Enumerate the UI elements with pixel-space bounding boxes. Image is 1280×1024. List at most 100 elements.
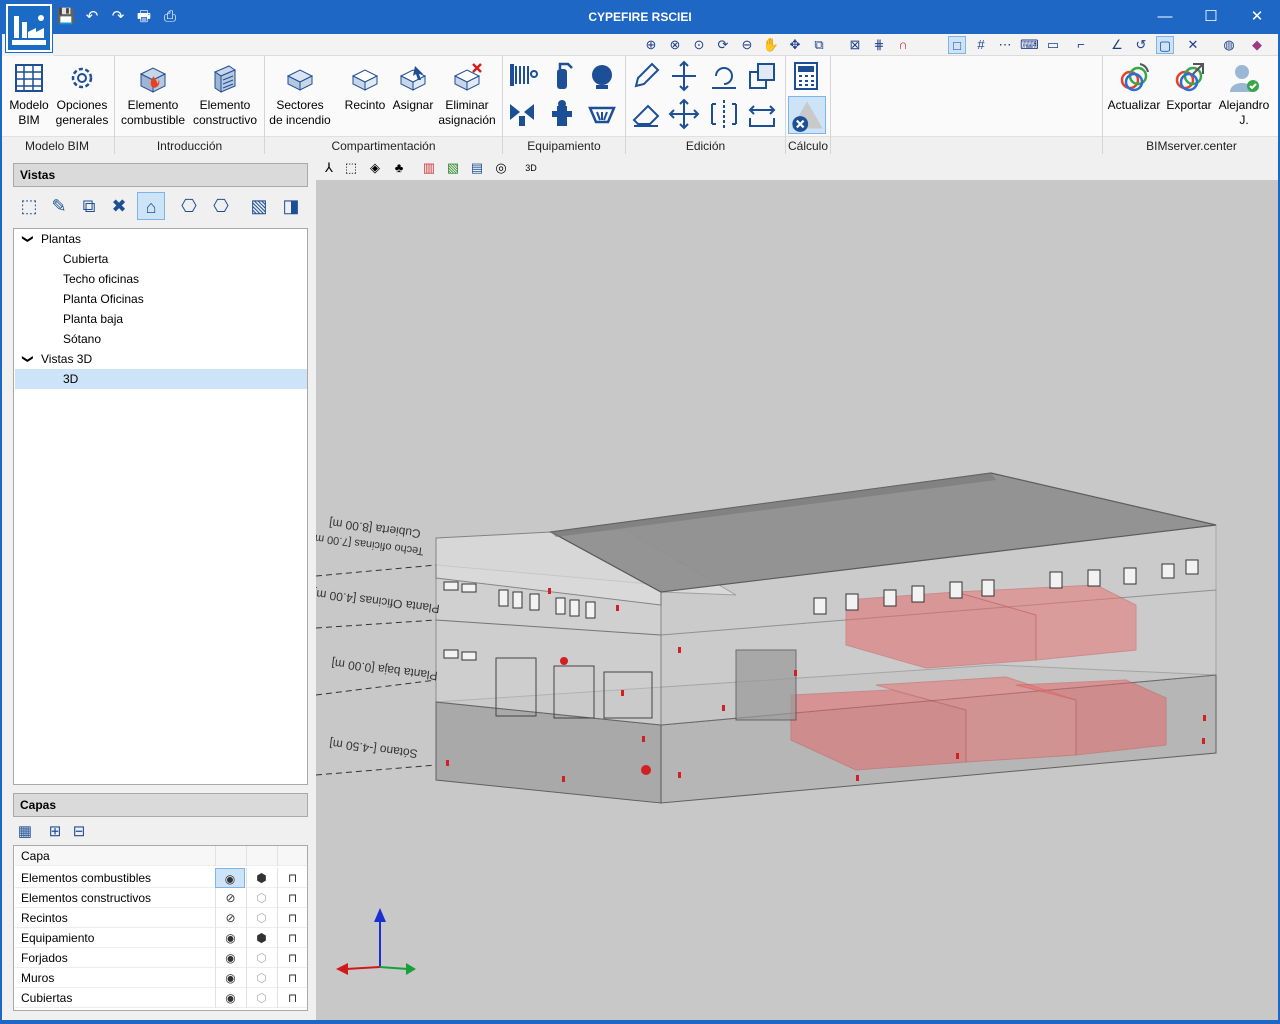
elemento-combustible-button[interactable]: Elemento combustible	[118, 56, 188, 128]
pencil-icon[interactable]	[630, 60, 662, 92]
tree-item-sotano[interactable]: Sótano	[15, 329, 307, 349]
panel-splitter[interactable]	[309, 156, 315, 1020]
print-icon[interactable]: 🖶	[134, 7, 154, 27]
layer-row[interactable]: Cubiertas ◉ ⬡ ⊓	[15, 988, 307, 1008]
hydrant-pair-icon[interactable]	[506, 98, 538, 130]
lock-open-icon[interactable]: ⊓	[277, 908, 307, 928]
calculator-icon[interactable]	[790, 60, 822, 92]
lock-open-icon[interactable]: ⊓	[277, 928, 307, 948]
sectores-incendio-button[interactable]: Sectores de incendio	[268, 56, 332, 128]
tools-icon[interactable]: ✕	[1184, 36, 1202, 54]
copy-icon[interactable]	[746, 60, 778, 92]
axes-icon[interactable]: ⅄	[320, 159, 338, 177]
delete-view-icon[interactable]: ✖	[105, 192, 133, 220]
measure-icon[interactable]: ▭	[1044, 36, 1062, 54]
user-account-button[interactable]: Alejandro J.	[1216, 56, 1272, 128]
grid-icon[interactable]: #	[972, 36, 990, 54]
redo-icon[interactable]: ↷	[108, 7, 128, 27]
ortho-icon[interactable]: □	[948, 36, 966, 54]
alarm-bell-icon[interactable]	[586, 60, 618, 92]
walk-icon[interactable]: ♣	[390, 159, 408, 177]
history-icon[interactable]: ↺	[1132, 36, 1150, 54]
cube-icon[interactable]: ⬡	[246, 988, 276, 1008]
close-button[interactable]: ✕	[1234, 0, 1280, 34]
eye-hidden-icon[interactable]: ⊘	[215, 888, 245, 908]
actualizar-button[interactable]: Actualizar	[1106, 56, 1162, 113]
eye-icon[interactable]: ◉	[215, 948, 245, 968]
tree-item-cubierta[interactable]: Cubierta	[15, 249, 307, 269]
cube-icon[interactable]: ⬢	[246, 928, 276, 948]
tree-item-planta-baja[interactable]: Planta baja	[15, 309, 307, 329]
minimize-button[interactable]: —	[1142, 0, 1188, 34]
cube-icon[interactable]: ⬡	[246, 948, 276, 968]
magnet-icon[interactable]: ∩	[894, 36, 912, 54]
move-arrows-icon[interactable]	[668, 98, 700, 130]
grid-snap-icon[interactable]: ⋕	[870, 36, 888, 54]
layer-display-icon[interactable]: ▤	[468, 159, 486, 177]
maximize-button[interactable]: ☐	[1188, 0, 1234, 34]
cube-icon[interactable]: ⬢	[246, 868, 276, 888]
move-vertical-icon[interactable]	[668, 60, 700, 92]
lock-open-icon[interactable]: ⊓	[277, 948, 307, 968]
modelo-bim-button[interactable]: Modelo BIM	[6, 56, 52, 128]
3d-viewport[interactable]: Cubierta [8.00 m] Techo oficinas [7.00 m…	[311, 180, 1280, 1020]
cube-icon[interactable]: ⬡	[246, 908, 276, 928]
cube-view-icon[interactable]: ⬚	[342, 159, 360, 177]
add-layer-icon[interactable]: ▦	[15, 822, 35, 842]
camera-edit-icon[interactable]: ⎔	[207, 192, 235, 220]
recinto-button[interactable]: Recinto	[340, 56, 390, 113]
layer-row[interactable]: Elementos combustibles ◉ ⬢ ⊓	[15, 868, 307, 888]
eraser-icon[interactable]	[630, 98, 662, 130]
zoom-out-icon[interactable]: ⊖	[738, 36, 756, 54]
layer-row[interactable]: Muros ◉ ⬡ ⊓	[15, 968, 307, 988]
lock-open-icon[interactable]: ⊓	[277, 868, 307, 888]
chevron-down-icon[interactable]: ❯	[18, 354, 38, 363]
tree-item-planta-oficinas[interactable]: Planta Oficinas	[15, 289, 307, 309]
extinguisher-icon[interactable]	[546, 60, 578, 92]
layer-row[interactable]: Elementos constructivos ⊘ ⬡ ⊓	[15, 888, 307, 908]
tree-group-plantas[interactable]: ❯ Plantas	[15, 229, 307, 249]
view-3d-badge[interactable]: 3D	[522, 159, 540, 177]
lock-open-icon[interactable]: ⊓	[277, 968, 307, 988]
zoom-refresh-icon[interactable]: ⟳	[714, 36, 732, 54]
lock-open-icon[interactable]: ⊓	[277, 988, 307, 1008]
expand-layers-icon[interactable]: ⊞	[45, 822, 65, 842]
zoom-window-icon[interactable]: ⊕	[642, 36, 660, 54]
lock-open-icon[interactable]: ⊓	[277, 888, 307, 908]
zoom-all-icon[interactable]: ⊗	[666, 36, 684, 54]
rotate-icon[interactable]	[708, 60, 740, 92]
hose-reel-icon[interactable]	[506, 60, 538, 92]
layer-visible-icon[interactable]: ▧	[444, 159, 462, 177]
exportar-button[interactable]: Exportar	[1162, 56, 1216, 113]
smoke-detector-icon[interactable]	[586, 98, 618, 130]
zoom-in-icon[interactable]: ⊙	[690, 36, 708, 54]
angle-icon[interactable]: ∠	[1108, 36, 1126, 54]
section-box-icon[interactable]: ▧	[245, 192, 273, 220]
elemento-constructivo-button[interactable]: Elemento constructivo	[190, 56, 260, 128]
asignar-button[interactable]: Asignar	[390, 56, 436, 113]
chevron-down-icon[interactable]: ❯	[18, 234, 38, 243]
move-view-icon[interactable]: ✥	[786, 36, 804, 54]
globe-icon[interactable]: ◍	[1220, 36, 1238, 54]
snap-icon[interactable]: ⊠	[846, 36, 864, 54]
cube-icon[interactable]: ⬡	[246, 968, 276, 988]
point-snap-icon[interactable]: ⋯	[996, 36, 1014, 54]
tree-item-3d[interactable]: 3D	[15, 369, 307, 389]
layer-toggle-icon[interactable]: ▥	[420, 159, 438, 177]
save-icon[interactable]: 💾	[56, 7, 76, 27]
hide-icon[interactable]: ◎	[492, 159, 510, 177]
stretch-icon[interactable]	[746, 98, 778, 130]
opciones-generales-button[interactable]: Opciones generales	[54, 56, 110, 128]
eye-icon[interactable]: ◉	[215, 868, 245, 888]
tree-item-techo-oficinas[interactable]: Techo oficinas	[15, 269, 307, 289]
new-view-icon[interactable]: ⬚	[15, 192, 43, 220]
pan-hand-icon[interactable]: ✋	[762, 36, 780, 54]
eye-icon[interactable]: ◉	[215, 968, 245, 988]
cube-icon[interactable]: ⬡	[246, 888, 276, 908]
crop-icon[interactable]: ⌐	[1072, 36, 1090, 54]
app-logo-icon[interactable]	[6, 4, 52, 52]
eye-icon[interactable]: ◉	[215, 988, 245, 1008]
keyboard-icon[interactable]: ⌨	[1020, 36, 1039, 54]
layer-row[interactable]: Forjados ◉ ⬡ ⊓	[15, 948, 307, 968]
eliminar-asignacion-button[interactable]: Eliminar asignación	[436, 56, 498, 128]
